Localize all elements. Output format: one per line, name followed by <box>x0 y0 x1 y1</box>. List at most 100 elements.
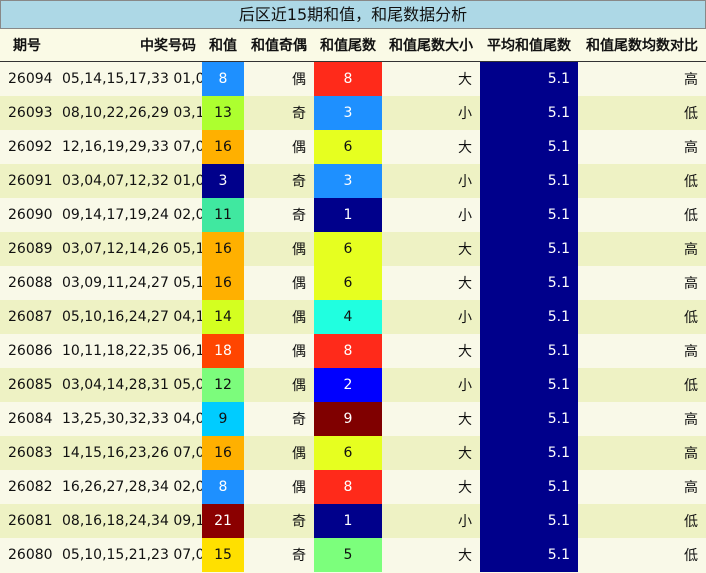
compare-cell: 高 <box>578 402 706 436</box>
header-avg-tail: 平均和值尾数 <box>480 29 578 62</box>
compare-cell: 低 <box>578 164 706 198</box>
numbers-cell: 16,26,27,28,34 02,06 <box>54 470 202 504</box>
tail-cell: 8 <box>314 470 382 504</box>
parity-cell: 奇 <box>244 198 314 232</box>
compare-cell: 低 <box>578 300 706 334</box>
table-row: 26083 14,15,16,23,26 07,09 16 偶 6 大 5.1 高 <box>0 436 706 470</box>
header-parity: 和值奇偶 <box>244 29 314 62</box>
table-row: 26086 10,11,18,22,35 06,12 18 偶 8 大 5.1 高 <box>0 334 706 368</box>
numbers-cell: 08,10,22,26,29 03,10 <box>54 96 202 130</box>
sum-cell: 8 <box>202 470 244 504</box>
header-numbers: 中奖号码 <box>54 29 202 62</box>
tail-cell: 3 <box>314 164 382 198</box>
header-row: 期号 中奖号码 和值 和值奇偶 和值尾数 和值尾数大小 平均和值尾数 和值尾数均… <box>0 29 706 62</box>
avg-tail-cell: 5.1 <box>480 130 578 164</box>
numbers-cell: 03,09,11,24,27 05,11 <box>54 266 202 300</box>
parity-cell: 偶 <box>244 266 314 300</box>
compare-cell: 高 <box>578 436 706 470</box>
parity-cell: 偶 <box>244 232 314 266</box>
compare-cell: 高 <box>578 334 706 368</box>
tail-cell: 6 <box>314 266 382 300</box>
issue-cell: 26094 <box>0 61 54 96</box>
tail-size-cell: 大 <box>382 232 480 266</box>
numbers-cell: 12,16,19,29,33 07,09 <box>54 130 202 164</box>
numbers-cell: 03,07,12,14,26 05,11 <box>54 232 202 266</box>
tail-size-cell: 小 <box>382 164 480 198</box>
tail-size-cell: 大 <box>382 130 480 164</box>
header-tail-size: 和值尾数大小 <box>382 29 480 62</box>
tail-size-cell: 大 <box>382 470 480 504</box>
parity-cell: 奇 <box>244 504 314 538</box>
sum-cell: 12 <box>202 368 244 402</box>
table-row: 26080 05,10,15,21,23 07,08 15 奇 5 大 5.1 低 <box>0 538 706 572</box>
compare-cell: 低 <box>578 538 706 572</box>
tail-cell: 6 <box>314 130 382 164</box>
parity-cell: 奇 <box>244 164 314 198</box>
table-row: 26085 03,04,14,28,31 05,07 12 偶 2 小 5.1 低 <box>0 368 706 402</box>
issue-cell: 26089 <box>0 232 54 266</box>
numbers-cell: 05,10,16,24,27 04,10 <box>54 300 202 334</box>
table-title: 后区近15期和值，和尾数据分析 <box>0 0 706 29</box>
compare-cell: 低 <box>578 504 706 538</box>
compare-cell: 高 <box>578 61 706 96</box>
tail-cell: 1 <box>314 198 382 232</box>
issue-cell: 26093 <box>0 96 54 130</box>
sum-analysis-table: 期号 中奖号码 和值 和值奇偶 和值尾数 和值尾数大小 平均和值尾数 和值尾数均… <box>0 29 706 572</box>
table-row: 26087 05,10,16,24,27 04,10 14 偶 4 小 5.1 低 <box>0 300 706 334</box>
avg-tail-cell: 5.1 <box>480 436 578 470</box>
issue-cell: 26084 <box>0 402 54 436</box>
issue-cell: 26090 <box>0 198 54 232</box>
issue-cell: 26091 <box>0 164 54 198</box>
numbers-cell: 05,14,15,17,33 01,07 <box>54 61 202 96</box>
sum-cell: 9 <box>202 402 244 436</box>
table-row: 26091 03,04,07,12,32 01,02 3 奇 3 小 5.1 低 <box>0 164 706 198</box>
avg-tail-cell: 5.1 <box>480 470 578 504</box>
tail-size-cell: 大 <box>382 266 480 300</box>
parity-cell: 奇 <box>244 402 314 436</box>
sum-cell: 11 <box>202 198 244 232</box>
tail-size-cell: 大 <box>382 334 480 368</box>
compare-cell: 高 <box>578 130 706 164</box>
tail-size-cell: 小 <box>382 504 480 538</box>
compare-cell: 高 <box>578 470 706 504</box>
compare-cell: 低 <box>578 368 706 402</box>
avg-tail-cell: 5.1 <box>480 334 578 368</box>
header-tail: 和值尾数 <box>314 29 382 62</box>
tail-size-cell: 大 <box>382 436 480 470</box>
parity-cell: 偶 <box>244 368 314 402</box>
table-row: 26082 16,26,27,28,34 02,06 8 偶 8 大 5.1 高 <box>0 470 706 504</box>
tail-cell: 4 <box>314 300 382 334</box>
avg-tail-cell: 5.1 <box>480 164 578 198</box>
issue-cell: 26087 <box>0 300 54 334</box>
avg-tail-cell: 5.1 <box>480 96 578 130</box>
tail-cell: 6 <box>314 436 382 470</box>
tail-size-cell: 小 <box>382 300 480 334</box>
tail-cell: 2 <box>314 368 382 402</box>
avg-tail-cell: 5.1 <box>480 504 578 538</box>
tail-cell: 8 <box>314 334 382 368</box>
tail-size-cell: 大 <box>382 61 480 96</box>
tail-cell: 9 <box>314 402 382 436</box>
header-sum: 和值 <box>202 29 244 62</box>
numbers-cell: 03,04,14,28,31 05,07 <box>54 368 202 402</box>
tail-size-cell: 大 <box>382 538 480 572</box>
table-row: 26094 05,14,15,17,33 01,07 8 偶 8 大 5.1 高 <box>0 61 706 96</box>
sum-cell: 14 <box>202 300 244 334</box>
parity-cell: 偶 <box>244 61 314 96</box>
tail-cell: 6 <box>314 232 382 266</box>
tail-size-cell: 小 <box>382 198 480 232</box>
numbers-cell: 14,15,16,23,26 07,09 <box>54 436 202 470</box>
sum-cell: 16 <box>202 436 244 470</box>
header-issue: 期号 <box>0 29 54 62</box>
avg-tail-cell: 5.1 <box>480 266 578 300</box>
tail-cell: 8 <box>314 61 382 96</box>
table-row: 26081 08,16,18,24,34 09,12 21 奇 1 小 5.1 低 <box>0 504 706 538</box>
table-row: 26093 08,10,22,26,29 03,10 13 奇 3 小 5.1 低 <box>0 96 706 130</box>
parity-cell: 偶 <box>244 436 314 470</box>
avg-tail-cell: 5.1 <box>480 232 578 266</box>
issue-cell: 26081 <box>0 504 54 538</box>
table-row: 26090 09,14,17,19,24 02,09 11 奇 1 小 5.1 低 <box>0 198 706 232</box>
avg-tail-cell: 5.1 <box>480 368 578 402</box>
issue-cell: 26082 <box>0 470 54 504</box>
tail-size-cell: 小 <box>382 96 480 130</box>
